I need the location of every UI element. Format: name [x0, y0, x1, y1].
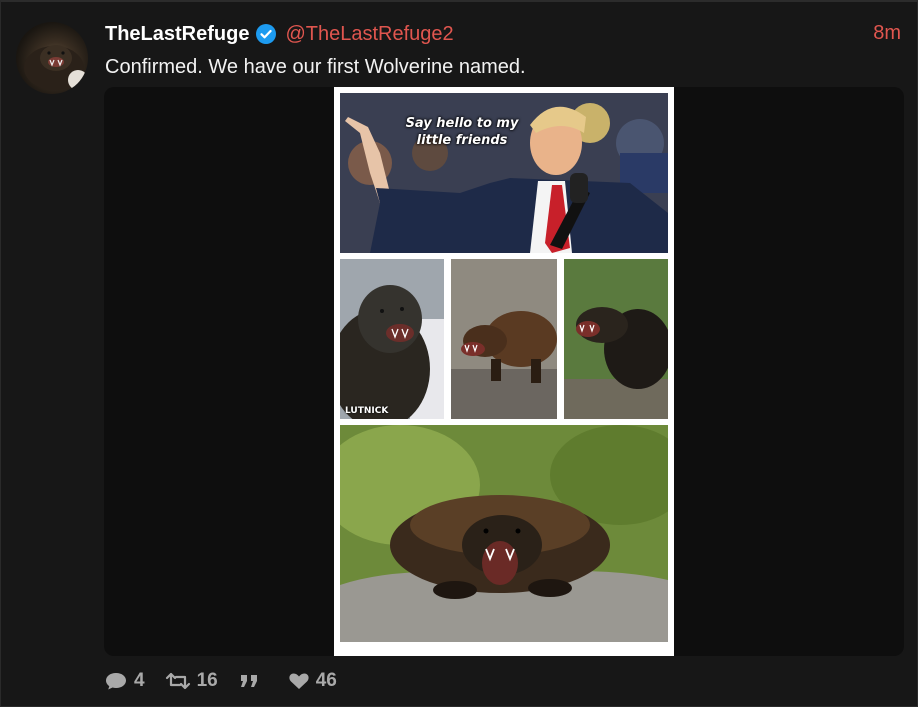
quote-button[interactable] [238, 671, 268, 691]
display-name[interactable]: TheLastRefuge [105, 23, 249, 46]
tweet-actions: 4 16 46 [104, 668, 357, 694]
reply-count: 4 [134, 670, 145, 691]
retweet-icon [165, 672, 190, 690]
wolverine-panel-1: LUTNICK [340, 259, 444, 419]
reply-button[interactable]: 4 [104, 670, 145, 692]
tweet-card: TheLastRefuge @TheLastRefuge2 8m Confirm… [0, 0, 918, 707]
retweet-count: 16 [196, 670, 218, 691]
wolverine-panel-4 [340, 425, 668, 642]
wolverine-panel-3 [564, 259, 668, 419]
heart-icon [289, 673, 309, 689]
panel-label: LUTNICK [345, 406, 389, 416]
tweet-text: Confirmed. We have our first Wolverine n… [105, 56, 526, 78]
like-count: 46 [315, 670, 337, 691]
retweet-button[interactable]: 16 [165, 670, 218, 692]
meme-image[interactable]: Say hello to my little friends LUTNICK [334, 87, 674, 656]
meme-caption: Say hello to my little friends [405, 116, 519, 148]
timestamp[interactable]: 8m [873, 22, 901, 45]
wolverine-panel-2 [451, 259, 557, 419]
avatar[interactable] [16, 22, 88, 94]
like-button[interactable]: 46 [288, 670, 337, 692]
quote-icon [240, 675, 257, 687]
reply-icon [106, 673, 126, 690]
speaker-panel: Say hello to my little friends [340, 93, 668, 253]
tweet-header: TheLastRefuge @TheLastRefuge2 [105, 20, 454, 48]
verified-badge-icon [256, 24, 277, 44]
handle[interactable]: @TheLastRefuge2 [285, 23, 453, 46]
